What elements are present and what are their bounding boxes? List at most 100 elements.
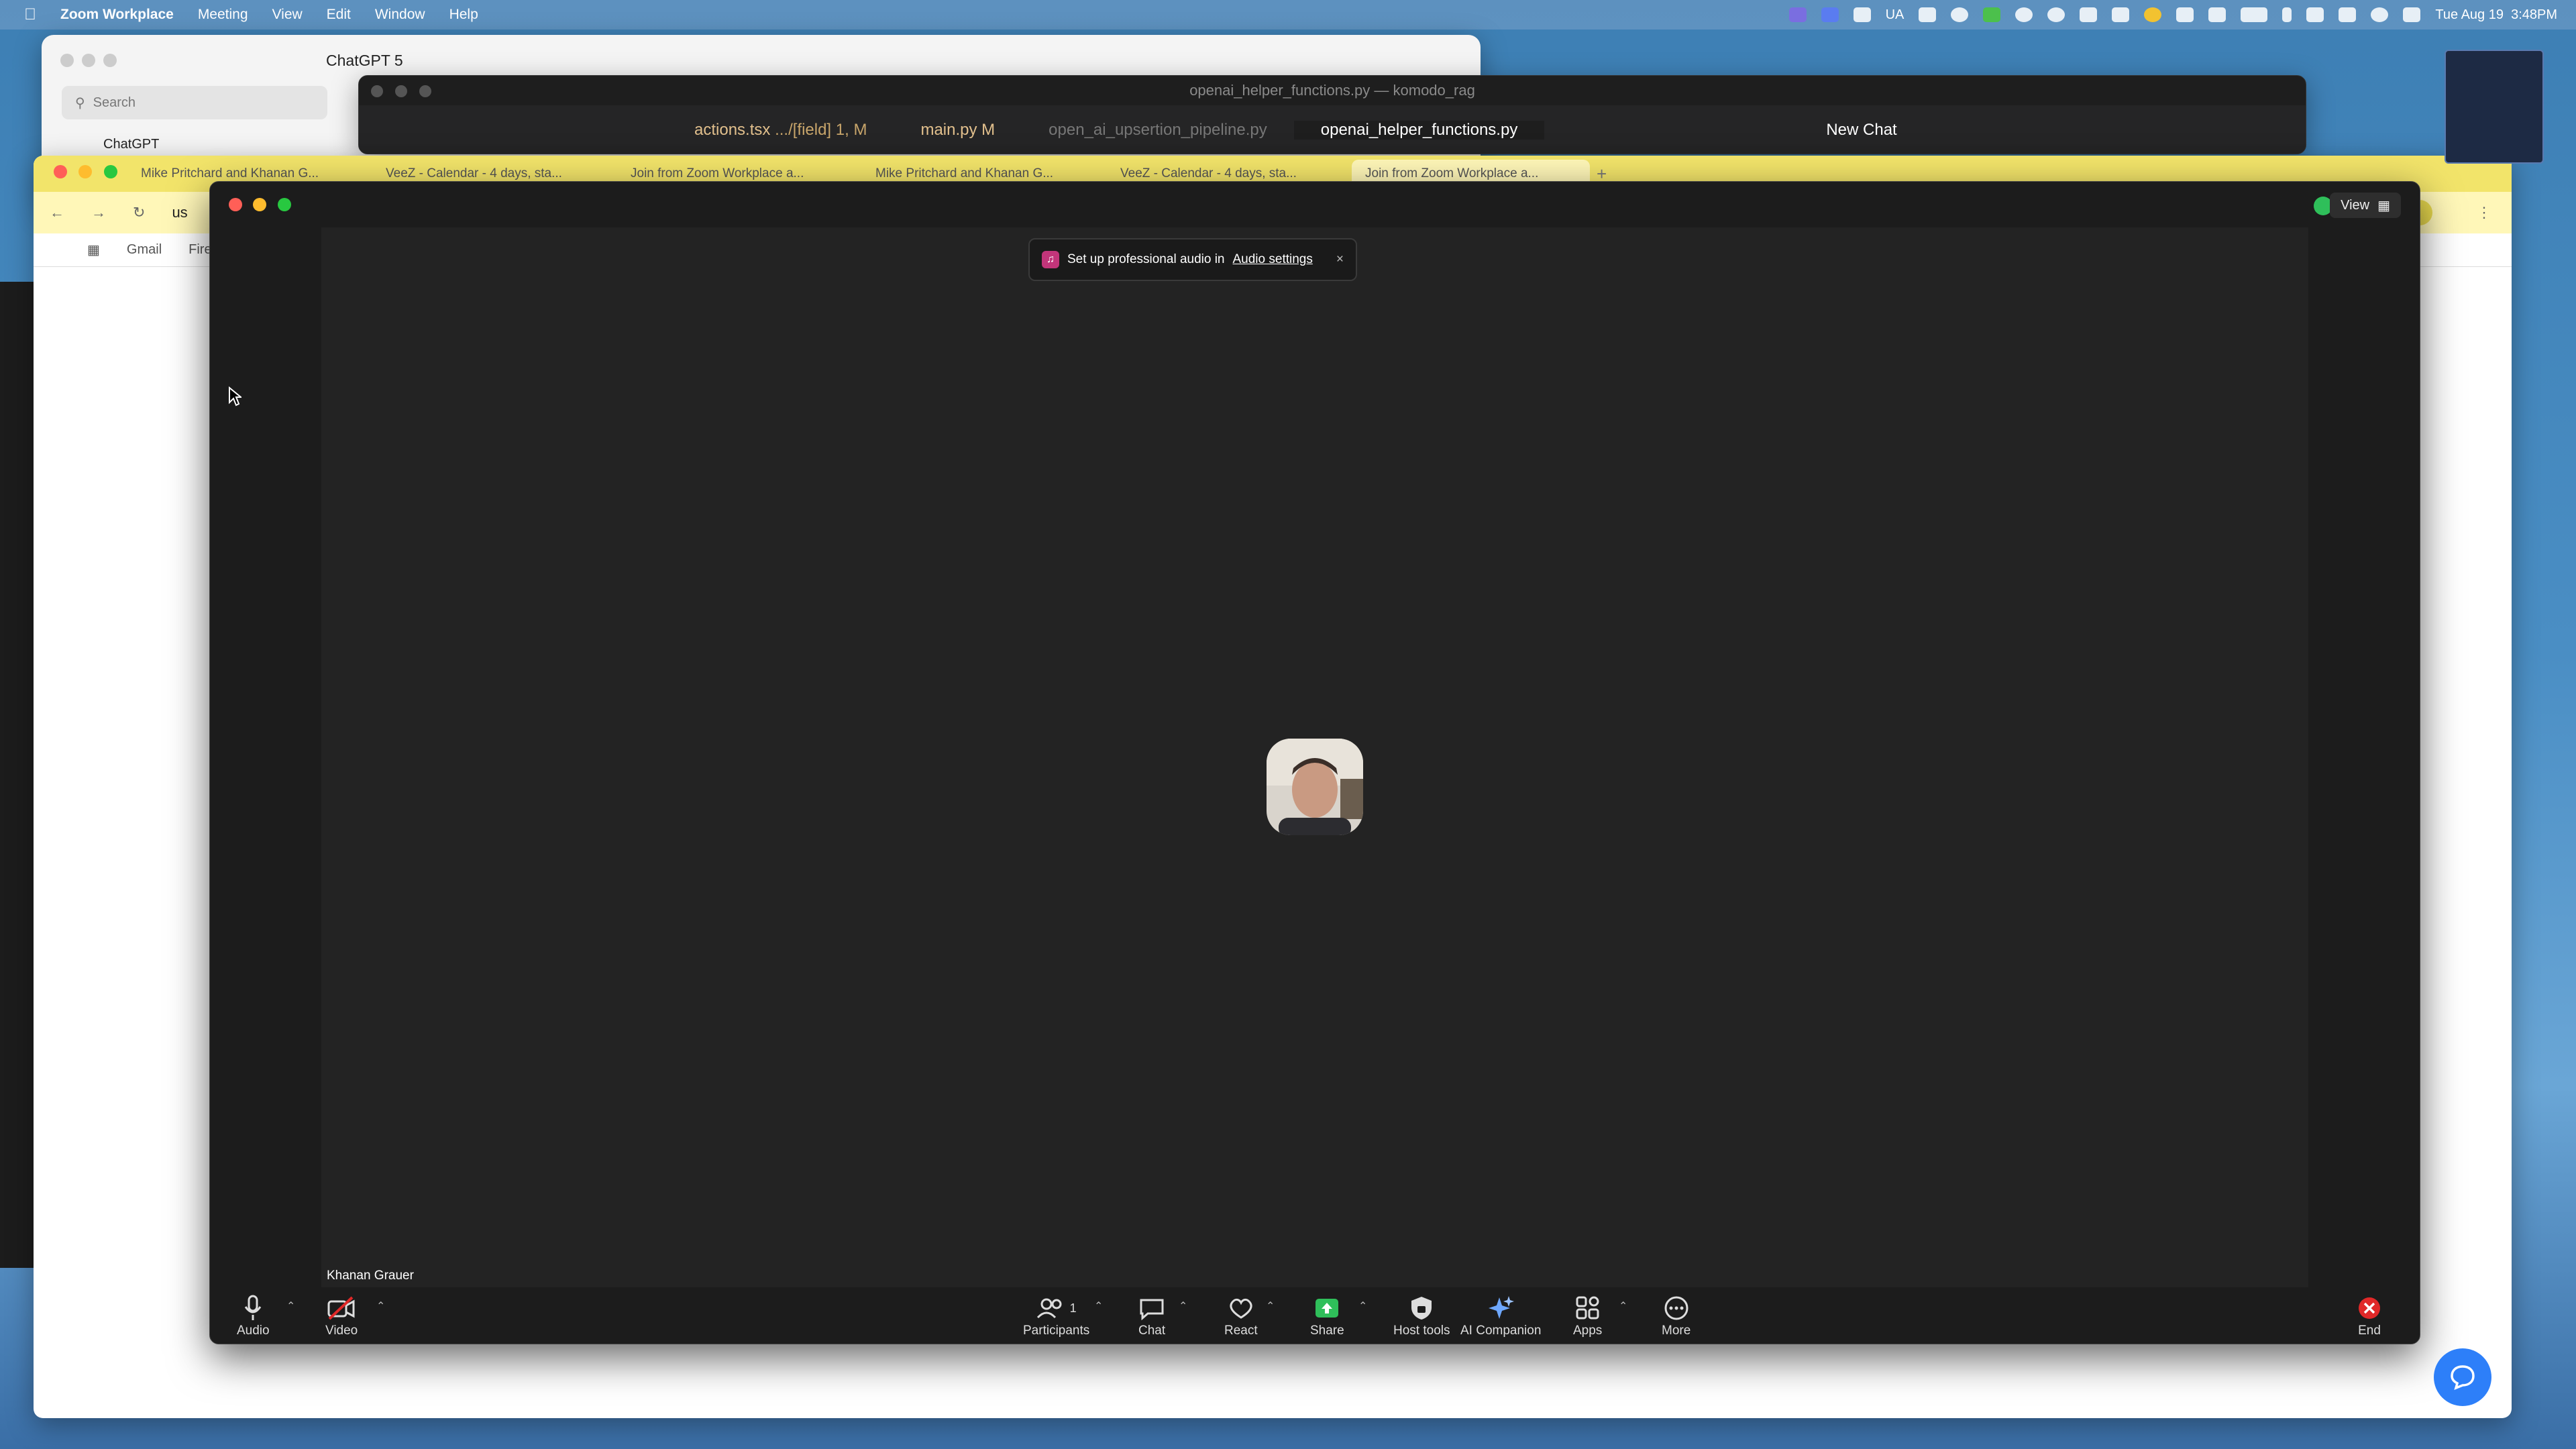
display-icon[interactable]: [2080, 7, 2098, 22]
window-zoom-icon[interactable]: [419, 85, 432, 97]
video-stage: Khanan Grauer: [321, 227, 2308, 1287]
menu-meeting[interactable]: Meeting: [198, 7, 248, 23]
target-icon[interactable]: [2047, 7, 2065, 22]
dropbox-icon[interactable]: [2112, 7, 2130, 22]
view-button[interactable]: View ▦: [2330, 193, 2401, 218]
end-meeting-button[interactable]: End: [2357, 1293, 2382, 1338]
chrome-menu-icon[interactable]: ⋮: [2477, 204, 2491, 221]
zoom-tray-icon[interactable]: [1821, 7, 1839, 22]
tab-actions-tsx[interactable]: actions.tsx .../[field] 1, M: [667, 121, 894, 140]
window-thumbnail[interactable]: [2445, 50, 2544, 164]
status-tray: UA Tue Aug 19 3:48PM: [1788, 0, 2557, 30]
music-note-icon: ♫: [1042, 251, 1059, 268]
audio-button[interactable]: Audio: [237, 1293, 270, 1338]
menu-edit[interactable]: Edit: [327, 7, 351, 23]
apps-icon: [1574, 1293, 1601, 1324]
clock[interactable]: Tue Aug 19 3:48PM: [2435, 7, 2557, 23]
new-chat-title[interactable]: New Chat: [1826, 121, 1896, 140]
apps-grid-icon[interactable]: ▦: [87, 241, 100, 258]
participant-avatar: [1267, 739, 1363, 835]
share-screen-icon: [1313, 1293, 1340, 1324]
control-center-icon[interactable]: [2403, 7, 2421, 22]
chat-icon: [1138, 1293, 1165, 1324]
window-minimize-icon[interactable]: [395, 85, 408, 97]
bookmark-gmail[interactable]: Gmail: [127, 242, 162, 258]
pin-icon[interactable]: [2306, 7, 2324, 22]
address-bar[interactable]: us: [172, 204, 187, 221]
video-button[interactable]: Video: [325, 1293, 358, 1338]
participant-count: 1: [1069, 1301, 1077, 1315]
audio-setup-banner: ♫ Set up professional audio in Audio set…: [1028, 238, 1357, 281]
chat-chevron-icon[interactable]: ⌃: [1179, 1299, 1187, 1313]
video-off-icon: [327, 1293, 356, 1324]
eye-icon[interactable]: [2176, 7, 2194, 22]
more-dots-icon: [1663, 1293, 1690, 1324]
react-button[interactable]: React: [1224, 1293, 1258, 1338]
bluetooth-icon[interactable]: [2282, 7, 2292, 22]
share-button[interactable]: Share: [1310, 1293, 1344, 1338]
menu-window[interactable]: Window: [375, 7, 425, 23]
tab-openai-helper-functions[interactable]: openai_helper_functions.py: [1293, 121, 1545, 140]
window-close-icon[interactable]: [60, 54, 74, 67]
more-button[interactable]: More: [1662, 1293, 1690, 1338]
grid-view-icon: ▦: [2377, 198, 2390, 213]
tab-upsertion-pipeline[interactable]: open_ai_upsertion_pipeline.py: [1022, 121, 1294, 140]
chat-button[interactable]: Chat: [1138, 1293, 1165, 1338]
tab-main-py[interactable]: main.py M: [894, 121, 1022, 140]
apps-chevron-icon[interactable]: ⌃: [1619, 1299, 1627, 1313]
banner-text: Set up professional audio in: [1067, 252, 1225, 266]
participants-chevron-icon[interactable]: ⌃: [1094, 1299, 1103, 1313]
window-close-icon[interactable]: [229, 198, 242, 211]
forward-icon[interactable]: →: [91, 204, 106, 221]
zoom-title-bar: View ▦: [210, 182, 2420, 227]
github-icon[interactable]: [1951, 7, 1969, 22]
apple-menu-icon[interactable]: : [24, 5, 36, 24]
window-minimize-icon[interactable]: [253, 198, 267, 211]
chatgpt-model-title[interactable]: ChatGPT 5: [326, 52, 403, 70]
icloud-icon[interactable]: [1919, 7, 1937, 22]
vscode-title: openai_helper_functions.py — komodo_rag: [359, 76, 2306, 105]
host-tools-button[interactable]: Host tools: [1393, 1293, 1450, 1338]
battery-icon[interactable]: [2241, 7, 2268, 22]
window-zoom-icon[interactable]: [277, 198, 291, 211]
screen-mirror-icon[interactable]: [1788, 7, 1807, 22]
input-source-label[interactable]: UA: [1886, 7, 1904, 23]
menu-view[interactable]: View: [272, 7, 303, 23]
window-minimize-icon[interactable]: [82, 54, 95, 67]
close-icon[interactable]: ×: [1336, 252, 1344, 267]
ai-companion-button[interactable]: AI Companion: [1460, 1293, 1541, 1338]
support-chat-bubble-icon[interactable]: [2434, 1348, 2491, 1406]
share-chevron-icon[interactable]: ⌃: [1358, 1299, 1367, 1313]
participant-name-label: Khanan Grauer: [327, 1269, 414, 1283]
window-close-icon[interactable]: [54, 165, 67, 178]
participants-button[interactable]: 1 Participants: [1023, 1293, 1089, 1338]
window-minimize-icon[interactable]: [78, 165, 93, 178]
green-app-icon[interactable]: [1983, 7, 2001, 22]
audio-settings-link[interactable]: Audio settings: [1233, 252, 1313, 267]
menu-help[interactable]: Help: [449, 7, 478, 23]
reload-icon[interactable]: ↻: [133, 204, 145, 221]
menu-app-name[interactable]: Zoom Workplace: [60, 7, 174, 23]
participants-icon: 1: [1036, 1293, 1077, 1324]
react-chevron-icon[interactable]: ⌃: [1266, 1299, 1275, 1313]
cloud-icon[interactable]: [1853, 7, 1871, 22]
amber-icon[interactable]: [2144, 7, 2162, 22]
apps-button[interactable]: Apps: [1573, 1293, 1602, 1338]
window-close-icon[interactable]: [371, 85, 383, 97]
search-icon[interactable]: [2371, 7, 2389, 22]
editor-tabs: actions.tsx .../[field] 1, M main.py M o…: [359, 105, 2306, 154]
end-call-icon: [2357, 1293, 2382, 1324]
bookmark-fire[interactable]: Fire: [189, 242, 211, 258]
chatgpt-search[interactable]: ⚲ Search: [62, 86, 327, 119]
window-zoom-icon[interactable]: [103, 165, 117, 178]
hand-icon[interactable]: [2208, 7, 2226, 22]
audio-options-chevron-icon[interactable]: ⌃: [286, 1299, 295, 1313]
window-zoom-icon[interactable]: [103, 54, 117, 67]
back-icon[interactable]: ←: [50, 204, 64, 221]
video-options-chevron-icon[interactable]: ⌃: [376, 1299, 385, 1313]
vpn-icon[interactable]: [2015, 7, 2033, 22]
react-heart-icon: [1228, 1293, 1254, 1324]
zoom-meeting-window: View ▦ Khanan Grauer ♫ Set up profession…: [209, 181, 2420, 1344]
meeting-toolbar: Audio ⌃ Video ⌃ 1 Participants ⌃ Chat ⌃: [210, 1287, 2420, 1345]
wifi-icon[interactable]: [2339, 7, 2357, 22]
